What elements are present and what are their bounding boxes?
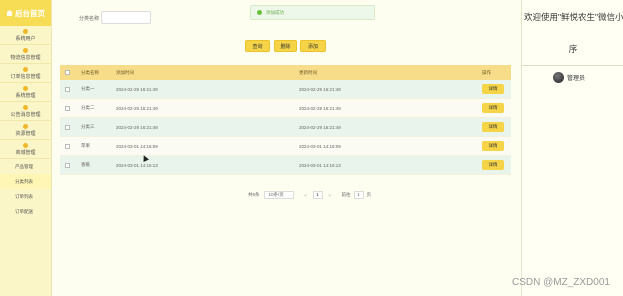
menu-label: 资源管理 <box>15 130 36 137</box>
cell-name: 分类三 <box>81 124 95 129</box>
cell-name: 苹果 <box>81 143 90 148</box>
query-button[interactable]: 查询 <box>245 40 270 52</box>
home-link[interactable]: 后台首页 <box>0 0 51 26</box>
user-menu[interactable]: 管理员 <box>553 72 585 83</box>
menu-label: 物流信息管理 <box>10 54 41 61</box>
prev-page-icon[interactable]: < <box>302 193 310 198</box>
menu-system-users[interactable]: 系统用户 <box>0 26 51 45</box>
table-row: 分类一 2024-02-29 16:21:49 2024-02-29 16:21… <box>60 80 511 99</box>
cell-created: 2024-03-01 14:16:09 <box>116 143 158 149</box>
cell-created: 2024-02-29 16:21:49 <box>116 124 158 130</box>
menu-mall[interactable]: 商城管理 <box>0 140 51 159</box>
detail-button[interactable]: 详情 <box>482 103 504 113</box>
cell-updated: 2024-02-29 16:21:49 <box>299 105 341 111</box>
submenu-categories[interactable]: 分类列表 <box>0 174 51 189</box>
table-row: 分类二 2024-02-29 16:21:49 2024-02-29 16:21… <box>60 99 511 118</box>
brand-label: 后台首页 <box>15 8 45 18</box>
cell-created: 2024-03-01 14:16:13 <box>116 162 158 168</box>
detail-button[interactable]: 详情 <box>482 84 504 94</box>
cell-name: 分类一 <box>81 86 95 91</box>
menu-system[interactable]: 系统管理 <box>0 83 51 102</box>
avatar <box>553 72 564 83</box>
goto-label: 前往 <box>341 192 351 197</box>
gear-icon <box>23 85 28 91</box>
cell-created: 2024-02-29 16:21:49 <box>116 105 158 111</box>
cell-updated: 2024-02-29 16:21:49 <box>299 124 341 130</box>
detail-button[interactable]: 详情 <box>482 160 504 170</box>
pagination: 共5条 10条/页 < 1 > 前往 1 页 <box>248 190 371 200</box>
bell-icon <box>23 104 28 110</box>
sidebar: 后台首页 系统用户 物流信息管理 订单信息管理 系统管理 公告消息管理 资源管理… <box>0 0 52 296</box>
menu-label: 商城管理 <box>15 149 36 156</box>
cell-name: 分类二 <box>81 105 95 110</box>
select-all-checkbox[interactable] <box>65 70 70 75</box>
order-icon <box>23 66 28 72</box>
success-toast: 添加成功 <box>250 5 375 20</box>
page-size-select[interactable]: 10条/页 <box>263 191 294 199</box>
menu-announcements[interactable]: 公告消息管理 <box>0 102 51 121</box>
user-icon <box>23 28 28 34</box>
total-count: 共5条 <box>248 192 260 197</box>
toast-text: 添加成功 <box>266 9 284 15</box>
next-page-icon[interactable]: > <box>326 193 334 198</box>
menu-orders[interactable]: 订单信息管理 <box>0 64 51 83</box>
submenu-products[interactable]: 产品管理 <box>0 159 51 174</box>
add-button[interactable]: 添加 <box>300 40 326 52</box>
cell-updated: 2024-03-01 14:16:13 <box>299 162 341 168</box>
home-icon <box>6 10 13 16</box>
location-icon <box>23 123 28 129</box>
header-created: 添加时间 <box>116 69 134 75</box>
cell-created: 2024-02-29 16:21:49 <box>116 86 158 92</box>
cell-name: 香蕉 <box>81 162 90 167</box>
page-unit-label: 页 <box>366 192 372 197</box>
row-checkbox[interactable] <box>65 162 70 168</box>
row-checkbox[interactable] <box>65 124 70 130</box>
divider <box>522 65 623 66</box>
shop-icon <box>23 142 28 148</box>
row-checkbox[interactable] <box>65 105 70 111</box>
menu-label: 系统用户 <box>15 35 36 42</box>
table-row: 分类三 2024-02-29 16:21:49 2024-02-29 16:21… <box>60 118 511 137</box>
menu-label: 公告消息管理 <box>10 111 41 118</box>
main-content: 分类名称 添加成功 查询 删除 添加 分类名称 添加时间 更新时间 操作 分类一… <box>52 0 520 296</box>
header-name: 分类名称 <box>81 69 99 75</box>
submenu-delivery[interactable]: 订单配送 <box>0 204 51 219</box>
welcome-text-continued: 序 <box>568 44 578 54</box>
table-row: 香蕉 2024-03-01 14:16:13 2024-03-01 14:16:… <box>60 156 511 175</box>
welcome-panel: 欢迎使用"鲜悦农生"微信小程 序 管理员 <box>521 0 623 296</box>
category-name-input[interactable] <box>101 11 151 24</box>
cell-updated: 2024-02-29 16:21:49 <box>299 86 341 92</box>
table-row: 苹果 2024-03-01 14:16:09 2024-03-01 14:16:… <box>60 137 511 156</box>
row-checkbox[interactable] <box>65 86 70 92</box>
menu-label: 订单信息管理 <box>10 73 41 80</box>
watermark: CSDN @MZ_ZXD001 <box>512 277 610 288</box>
current-page[interactable]: 1 <box>312 191 323 199</box>
row-checkbox[interactable] <box>65 143 70 149</box>
cell-updated: 2024-03-01 14:16:09 <box>299 143 341 149</box>
menu-logistics[interactable]: 物流信息管理 <box>0 45 51 64</box>
header-op: 操作 <box>482 69 491 75</box>
detail-button[interactable]: 详情 <box>482 122 504 132</box>
welcome-text: 欢迎使用"鲜悦农生"微信小程 <box>524 12 623 22</box>
submenu-orders[interactable]: 订单列表 <box>0 189 51 204</box>
filter-label: 分类名称 <box>79 16 100 22</box>
header-updated: 更新时间 <box>299 69 317 75</box>
table-header: 分类名称 添加时间 更新时间 操作 <box>60 65 511 80</box>
username: 管理员 <box>567 76 586 82</box>
check-icon <box>257 10 262 15</box>
detail-button[interactable]: 详情 <box>482 141 504 151</box>
truck-icon <box>23 47 28 53</box>
menu-label: 系统管理 <box>15 92 36 99</box>
menu-resources[interactable]: 资源管理 <box>0 121 51 140</box>
delete-button[interactable]: 删除 <box>274 40 297 52</box>
goto-page-input[interactable]: 1 <box>353 191 364 199</box>
category-table: 分类名称 添加时间 更新时间 操作 分类一 2024-02-29 16:21:4… <box>60 65 511 175</box>
